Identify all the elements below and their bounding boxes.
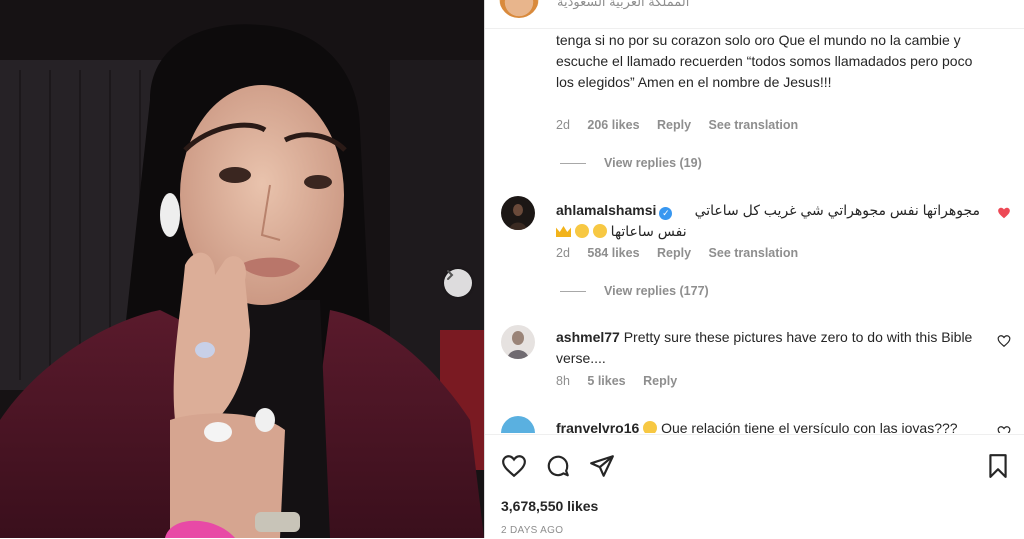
comment-body: franvelvro16 Que relación tiene el versí… <box>556 418 986 433</box>
comment-meta: 8h 5 likes Reply <box>556 374 691 388</box>
laugh-emoji-icon <box>592 224 607 238</box>
comment-like-button[interactable] <box>997 334 1011 348</box>
comment-like-button[interactable] <box>997 425 1011 433</box>
verified-badge-icon: ✓ <box>659 207 673 220</box>
comment-text: مجوهراتها نفس مجوهراتي شي غريب كل ساعاتي <box>694 202 980 218</box>
heart-filled-icon <box>998 207 1010 219</box>
comment-icon <box>547 455 569 477</box>
heart-icon <box>502 455 526 478</box>
heart-outline-icon <box>997 426 1011 433</box>
view-replies-button[interactable]: View replies (177) <box>560 284 709 298</box>
see-translation-button[interactable]: See translation <box>709 118 799 132</box>
comment-time: 8h <box>556 374 570 388</box>
location-label[interactable]: المملكة العربية السعودية <box>557 0 689 10</box>
post-date[interactable]: 2 DAYS AGO <box>501 525 563 536</box>
see-translation-button[interactable]: See translation <box>709 246 799 260</box>
view-replies-button[interactable]: View replies (19) <box>560 156 702 170</box>
avatar[interactable] <box>501 416 535 433</box>
comment-username[interactable]: ashmel77 <box>556 329 620 345</box>
post-actions: 3,678,550 likes 2 DAYS AGO <box>485 434 1024 539</box>
comment-text: tenga si no por su corazon solo oro Que … <box>556 32 973 90</box>
heart-outline-icon <box>997 335 1011 348</box>
view-replies-label: View replies (177) <box>604 284 709 298</box>
comment-like-button[interactable] <box>997 206 1011 220</box>
bookmark-icon <box>989 454 1007 478</box>
comment-username[interactable]: ahlamalshamsi <box>556 202 656 218</box>
portrait-image <box>0 0 484 538</box>
comment-likes[interactable]: 5 likes <box>587 374 625 388</box>
send-icon <box>590 455 614 477</box>
reply-button[interactable]: Reply <box>643 374 677 388</box>
share-button[interactable] <box>589 453 615 479</box>
comment-time: 2d <box>556 246 570 260</box>
comment-username[interactable]: franvelvro16 <box>556 420 639 433</box>
avatar[interactable] <box>501 196 535 230</box>
comment-likes[interactable]: 206 likes <box>587 118 639 132</box>
post-side-panel: المملكة العربية السعودية tenga si no por… <box>485 0 1024 538</box>
chevron-right-icon <box>447 270 454 280</box>
like-button[interactable] <box>501 453 527 479</box>
post-likes-count[interactable]: 3,678,550 likes <box>501 498 598 514</box>
avatar[interactable] <box>501 325 535 359</box>
crown-emoji-icon <box>556 226 571 237</box>
next-image-button[interactable] <box>444 269 472 297</box>
laugh-emoji-icon <box>643 421 658 433</box>
comment-meta: 2d 584 likes Reply See translation <box>556 246 812 260</box>
post-header: المملكة العربية السعودية <box>485 0 1024 29</box>
comment-text: Que relación tiene el versículo con las … <box>661 420 958 433</box>
comment-likes[interactable]: 584 likes <box>587 246 639 260</box>
smile-emoji-icon <box>574 224 589 238</box>
author-avatar[interactable] <box>499 0 539 18</box>
save-button[interactable] <box>985 453 1011 479</box>
post-photo[interactable] <box>0 0 484 538</box>
reply-button[interactable]: Reply <box>657 246 691 260</box>
comment-button[interactable] <box>545 453 571 479</box>
comments-list[interactable]: tenga si no por su corazon solo oro Que … <box>485 28 1024 433</box>
reply-button[interactable]: Reply <box>657 118 691 132</box>
view-replies-label: View replies (19) <box>604 156 702 170</box>
comment-meta: 2d 206 likes Reply See translation <box>556 118 812 132</box>
divider <box>560 162 586 164</box>
comment-body: ashmel77 Pretty sure these pictures have… <box>556 327 986 369</box>
divider <box>560 290 586 292</box>
comment-time: 2d <box>556 118 570 132</box>
comment-text-line2: نفس ساعاتها <box>556 221 687 242</box>
